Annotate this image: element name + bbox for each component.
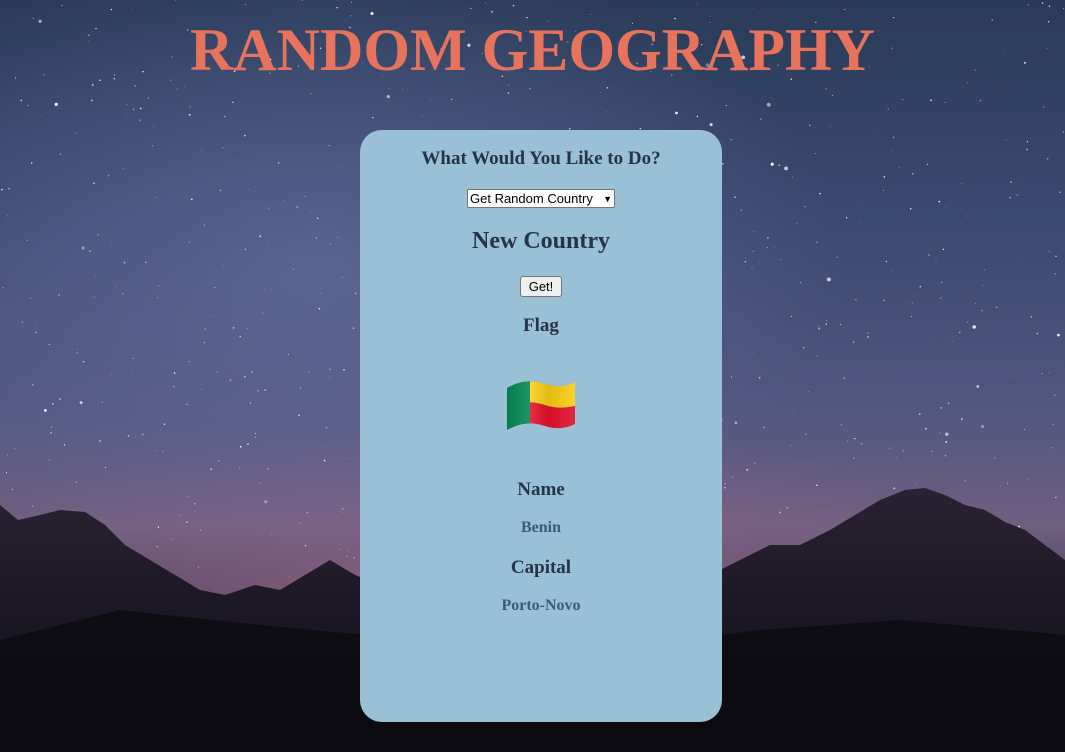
action-select-dropdown[interactable]: Get Random Country ▼ <box>467 189 615 208</box>
flag-heading: Flag <box>523 315 559 336</box>
name-heading: Name <box>517 479 565 500</box>
new-country-heading: New Country <box>472 228 610 254</box>
page-title: RANDOM GEOGRAPHY <box>190 17 875 83</box>
get-button[interactable]: Get! <box>520 276 562 297</box>
benin-flag-icon <box>507 381 575 431</box>
chevron-down-icon: ▼ <box>603 193 612 204</box>
action-select-value: Get Random Country <box>470 191 593 206</box>
capital-value: Porto-Novo <box>501 597 581 614</box>
main-card: What Would You Like to Do? Get Random Co… <box>360 130 722 722</box>
page: { "title": "RANDOM GEOGRAPHY", "colors":… <box>0 0 1065 752</box>
country-name-value: Benin <box>520 519 561 536</box>
action-question-heading: What Would You Like to Do? <box>421 148 661 169</box>
capital-heading: Capital <box>510 557 572 578</box>
